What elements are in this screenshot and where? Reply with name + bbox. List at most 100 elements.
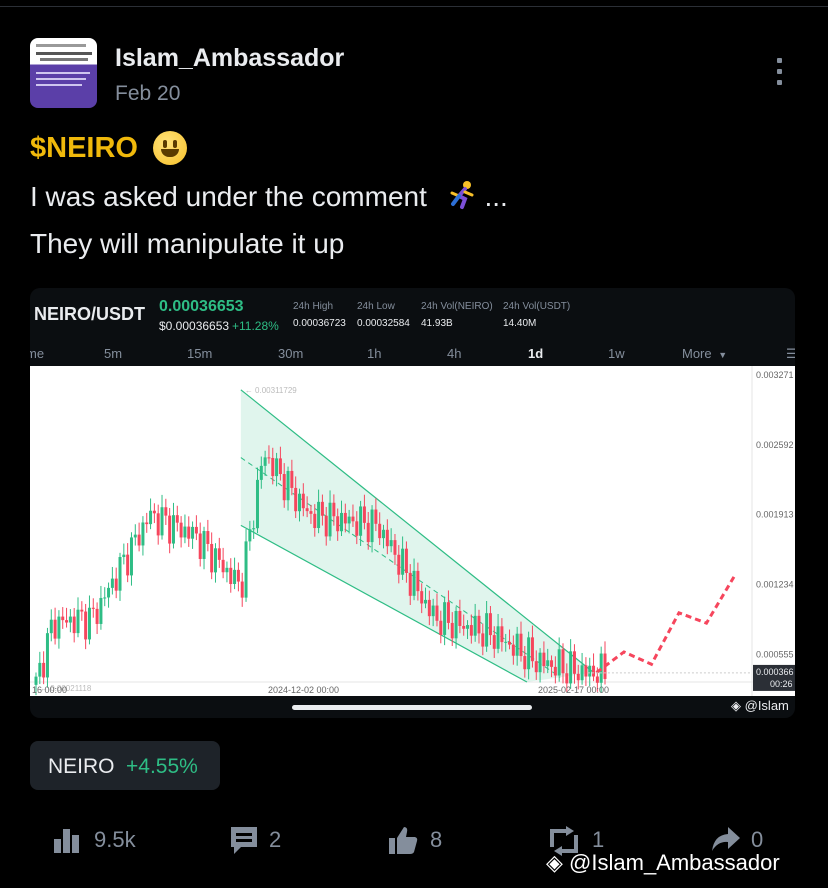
timeframe-30m[interactable]: 30m [278, 346, 303, 361]
stat-label-vol-base: 24h Vol(NEIRO) [421, 301, 493, 312]
candle-body [217, 548, 221, 560]
candle-body [332, 502, 336, 517]
views-count: 9.5k [94, 827, 136, 852]
candle-body [473, 615, 477, 636]
candle-body [202, 531, 206, 559]
candle-body [84, 611, 88, 640]
candle-body [492, 635, 496, 649]
candle-body [252, 528, 256, 530]
candle-body [49, 619, 53, 634]
candle-body [385, 529, 389, 547]
candle-body [271, 457, 275, 477]
coin-chip[interactable]: NEIRO +4.55% [30, 741, 220, 790]
timeframe-more[interactable]: More ▼ [682, 346, 727, 361]
chart-svg: 0.003271 0.002592 0.001913 0.001234 0.000555… [30, 366, 795, 696]
price-axis-tick: 0.003271 [756, 370, 794, 380]
candle-body [194, 526, 198, 534]
candle-body [317, 501, 321, 529]
candle-body [236, 569, 240, 582]
ticker-tag[interactable]: $NEIRO [30, 132, 138, 165]
candle-body [38, 662, 42, 677]
like-action[interactable]: 8 [387, 823, 447, 857]
candle-body [530, 637, 534, 662]
candle-body [80, 609, 84, 612]
more-options-icon[interactable] [773, 58, 785, 90]
timeframe-1w[interactable]: 1w [608, 346, 625, 361]
candle-body [481, 633, 485, 647]
author-name[interactable]: Islam_Ambassador [115, 44, 344, 73]
candle-body [225, 567, 229, 573]
candle-body [57, 616, 61, 639]
bar-chart-icon [54, 829, 79, 853]
candle-body [504, 641, 508, 643]
timeframe-5m[interactable]: 5m [104, 346, 122, 361]
trading-pair: NEIRO/USDT [34, 304, 146, 324]
timeframe-time[interactable]: me [30, 346, 44, 361]
candle-body [290, 470, 294, 488]
candle-body [328, 502, 332, 537]
indicator-settings-icon[interactable]: ☰ [786, 346, 795, 362]
stat-value-high: 0.00036723 [293, 318, 346, 329]
candle-body [255, 479, 259, 529]
candle-body [187, 526, 191, 539]
candle-body [91, 607, 95, 609]
candle-body [485, 613, 489, 647]
candle-body [305, 508, 309, 512]
coin-chip-name: NEIRO [48, 755, 115, 778]
timeframe-4h[interactable]: 4h [447, 346, 461, 361]
stat-label-vol-quote: 24h Vol(USDT) [503, 301, 571, 312]
candle-body [87, 607, 91, 640]
candle-body [542, 652, 546, 667]
chart-scroll-handle[interactable] [292, 705, 532, 710]
time-axis-tick: 2024-12-02 00:00 [268, 685, 339, 695]
candle-body [561, 649, 565, 674]
candle-body [198, 533, 202, 559]
views-action[interactable]: 9.5k [52, 823, 142, 857]
market-chart-card[interactable]: NEIRO/USDT 0.00036653 $0.00036653 +11.28… [30, 288, 795, 718]
candle-body [248, 529, 252, 542]
candle-body [309, 511, 313, 514]
candle-body [65, 620, 69, 623]
candle-body [401, 548, 405, 575]
candle-body [221, 559, 225, 573]
candle-body [397, 554, 401, 575]
candle-body [359, 506, 363, 536]
timeframe-1d[interactable]: 1d [528, 346, 543, 361]
candle-body [278, 458, 282, 475]
candle-body [382, 529, 386, 539]
candle-body [210, 543, 214, 573]
candle-body [374, 509, 378, 524]
author-avatar[interactable] [30, 38, 97, 108]
candle-body [294, 487, 298, 512]
timeframe-1h[interactable]: 1h [367, 346, 381, 361]
price-axis-tick: 0.000555 [756, 649, 794, 659]
candle-body [152, 510, 156, 514]
candle-body [99, 597, 103, 624]
candle-body [431, 605, 435, 617]
thumbs-up-icon [389, 827, 418, 854]
comment-action[interactable]: 2 [229, 823, 289, 857]
candlestick-chart[interactable]: 0.003271 0.002592 0.001913 0.001234 0.000555… [30, 366, 795, 696]
candle-body [118, 557, 122, 591]
candle-body [393, 540, 397, 555]
binance-logo-icon: ◈ [731, 698, 741, 713]
high-marker-label: ← 0.00311729 [245, 386, 297, 395]
candle-body [515, 633, 519, 656]
candle-body [550, 660, 554, 667]
candle-body [72, 616, 76, 634]
candle-body [404, 548, 408, 573]
candle-body [133, 534, 137, 538]
price-axis-tick: 0.002592 [756, 440, 794, 450]
candle-body [171, 515, 175, 544]
top-divider [0, 6, 828, 7]
usd-price: $0.00036653 [159, 319, 230, 333]
timeframe-15m[interactable]: 15m [187, 346, 212, 361]
candle-body [301, 493, 305, 509]
current-price-tag: 0.000366 [756, 667, 794, 677]
candle-body [175, 515, 179, 523]
candle-body [546, 660, 550, 667]
candle-body [275, 458, 279, 477]
candle-body [156, 513, 160, 536]
candle-body [557, 649, 561, 676]
candle-body [164, 507, 168, 516]
